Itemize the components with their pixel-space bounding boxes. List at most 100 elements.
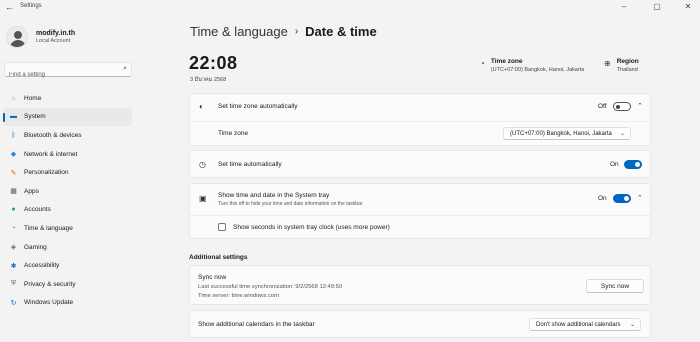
sidebar-item-apps[interactable]: ▦ Apps bbox=[3, 182, 132, 201]
search-icon[interactable]: ⌕ bbox=[123, 65, 127, 73]
globe-sync-icon: ◐ bbox=[199, 102, 204, 111]
auto-time-label: Set time automatically bbox=[218, 161, 282, 168]
current-time: 22:08 bbox=[189, 53, 238, 73]
user-profile[interactable]: modify.in.th Local Account bbox=[6, 26, 75, 48]
chevron-down-icon: ⌄ bbox=[619, 131, 625, 137]
sync-title: Sync now bbox=[198, 274, 227, 281]
seconds-checkbox[interactable] bbox=[218, 223, 226, 231]
apps-icon: ▦ bbox=[10, 188, 17, 196]
calendars-select[interactable]: Don't show additional calendars ⌄ bbox=[529, 318, 641, 331]
sidebar-item-label: Accessibility bbox=[24, 262, 60, 270]
sidebar-item-network-internet[interactable]: ◆ Network & internet bbox=[3, 145, 132, 164]
search-input[interactable] bbox=[5, 68, 110, 82]
region-info-title: Region bbox=[616, 58, 639, 65]
close-button[interactable]: ✕ bbox=[682, 2, 694, 11]
search-box[interactable]: ⌕ bbox=[4, 62, 132, 82]
sidebar-item-label: Gaming bbox=[24, 243, 47, 251]
sync-now-button[interactable]: Sync now bbox=[586, 279, 644, 293]
system-icon: ▬ bbox=[10, 113, 17, 121]
current-date: 3 มีนาคม 2568 bbox=[190, 77, 227, 83]
globe-clock-icon: ◔ bbox=[480, 59, 485, 68]
window-title: Settings bbox=[20, 3, 42, 9]
accessibility-icon: ✱ bbox=[10, 262, 17, 270]
timezone-card: ◐ Set time zone automatically Off ⌃ Time… bbox=[189, 93, 651, 146]
page-title: Date & time bbox=[305, 24, 377, 39]
sidebar-item-label: Accounts bbox=[24, 206, 51, 214]
auto-time-state: On bbox=[610, 161, 619, 168]
globe-icon: ⊕ bbox=[604, 59, 611, 68]
breadcrumb: Time & language › Date & time bbox=[190, 24, 377, 39]
tray-toggle[interactable] bbox=[613, 194, 631, 203]
sidebar-item-gaming[interactable]: ◈ Gaming bbox=[3, 238, 132, 257]
update-icon: ↻ bbox=[10, 299, 17, 307]
chevron-right-icon: › bbox=[294, 26, 299, 37]
timezone-info: ◔ Time zone (UTC+07:00) Bangkok, Hanoi, … bbox=[480, 58, 584, 73]
sidebar-nav: ⌂ Home ▬ System ᛒ Bluetooth & devices ◆ Network… bbox=[3, 89, 132, 312]
sync-card: Sync now Last successful time synchroniz… bbox=[189, 265, 651, 305]
timezone-row: Time zone (UTC+07:00) Bangkok, Hanoi, Ja… bbox=[190, 121, 650, 147]
shield-icon: ⛨ bbox=[10, 280, 17, 288]
tray-sublabel: Turn this off to hide your time and date… bbox=[218, 201, 363, 207]
timezone-select-value: (UTC+07:00) Bangkok, Hanoi, Jakarta bbox=[510, 130, 612, 137]
chevron-up-icon[interactable]: ⌃ bbox=[637, 194, 643, 202]
profile-name: modify.in.th bbox=[36, 30, 76, 37]
seconds-row[interactable]: Show seconds in system tray clock (uses … bbox=[190, 215, 650, 240]
auto-time-row[interactable]: ◷ Set time automatically On bbox=[190, 151, 650, 179]
calendars-card: Show additional calendars in the taskbar… bbox=[189, 310, 651, 338]
sidebar-item-label: Windows Update bbox=[24, 299, 74, 307]
sidebar-item-bluetooth-devices[interactable]: ᛒ Bluetooth & devices bbox=[3, 126, 132, 145]
auto-time-toggle[interactable] bbox=[624, 160, 642, 169]
sidebar-item-home[interactable]: ⌂ Home bbox=[3, 89, 132, 108]
sidebar-item-label: Home bbox=[24, 94, 42, 102]
sidebar-item-accessibility[interactable]: ✱ Accessibility bbox=[3, 256, 132, 275]
breadcrumb-parent[interactable]: Time & language bbox=[190, 24, 288, 39]
calendars-select-value: Don't show additional calendars bbox=[536, 321, 621, 328]
seconds-label: Show seconds in system tray clock (uses … bbox=[233, 224, 390, 231]
wifi-icon: ◆ bbox=[10, 151, 17, 159]
tray-card: ▣ Show time and date in the System tray … bbox=[189, 183, 651, 239]
tray-row[interactable]: ▣ Show time and date in the System tray … bbox=[190, 184, 650, 214]
chevron-up-icon[interactable]: ⌃ bbox=[637, 102, 643, 110]
timezone-label: Time zone bbox=[218, 130, 249, 137]
sidebar-item-accounts[interactable]: ● Accounts bbox=[3, 201, 132, 220]
timezone-info-title: Time zone bbox=[490, 58, 523, 65]
home-icon: ⌂ bbox=[11, 94, 16, 102]
avatar bbox=[6, 26, 28, 48]
sidebar-item-label: Apps bbox=[24, 187, 39, 195]
sidebar-item-label: System bbox=[24, 113, 46, 121]
auto-timezone-label: Set time zone automatically bbox=[218, 103, 298, 110]
auto-time-card: ◷ Set time automatically On bbox=[189, 150, 651, 178]
timezone-info-value: (UTC+07:00) Bangkok, Hanoi, Jakarta bbox=[490, 67, 585, 73]
additional-settings-title: Additional settings bbox=[189, 254, 248, 261]
tray-label: Show time and date in the System tray bbox=[218, 192, 330, 199]
brush-icon: ✎ bbox=[10, 169, 17, 177]
bluetooth-icon: ᛒ bbox=[11, 131, 16, 139]
title-bar: ← Settings – ▢ ✕ bbox=[0, 0, 700, 16]
auto-timezone-state: Off bbox=[598, 103, 607, 110]
sidebar-item-time-language[interactable]: ◔ Time & language bbox=[3, 219, 132, 238]
calendar-clock-icon: ▣ bbox=[199, 194, 207, 203]
sidebar-item-system[interactable]: ▬ System bbox=[3, 107, 132, 127]
sidebar-item-label: Network & internet bbox=[24, 150, 78, 158]
sync-server: Time server: time.windows.com bbox=[198, 293, 279, 299]
region-info-value: Thailand bbox=[616, 67, 638, 73]
auto-timezone-row[interactable]: ◐ Set time zone automatically Off ⌃ bbox=[190, 94, 650, 120]
sidebar-item-label: Time & language bbox=[24, 224, 73, 232]
calendars-label: Show additional calendars in the taskbar bbox=[198, 321, 315, 328]
back-arrow-icon[interactable]: ← bbox=[5, 2, 14, 12]
sidebar-item-personalization[interactable]: ✎ Personalization bbox=[3, 163, 132, 182]
chevron-down-icon: ⌄ bbox=[629, 322, 635, 328]
sidebar-item-privacy-security[interactable]: ⛨ Privacy & security bbox=[3, 275, 132, 294]
minimize-button[interactable]: – bbox=[618, 2, 630, 11]
profile-account-type: Local Account bbox=[36, 38, 71, 44]
sync-last: Last successful time synchronization: 9/… bbox=[198, 284, 343, 290]
accounts-icon: ● bbox=[11, 206, 16, 214]
sidebar-item-label: Personalization bbox=[24, 169, 69, 177]
globe-clock-icon: ◔ bbox=[11, 224, 16, 232]
sidebar-item-windows-update[interactable]: ↻ Windows Update bbox=[3, 294, 132, 313]
gaming-icon: ◈ bbox=[10, 244, 17, 252]
timezone-select[interactable]: (UTC+07:00) Bangkok, Hanoi, Jakarta ⌄ bbox=[503, 127, 631, 140]
maximize-button[interactable]: ▢ bbox=[651, 2, 663, 11]
sidebar-item-label: Privacy & security bbox=[24, 280, 76, 288]
auto-timezone-toggle[interactable] bbox=[613, 102, 631, 111]
